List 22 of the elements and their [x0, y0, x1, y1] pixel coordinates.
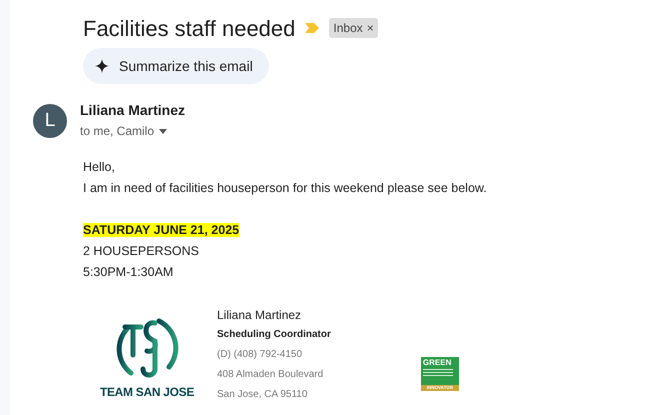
- sparkle-icon: [95, 59, 109, 73]
- recipients-toggle[interactable]: to me, Camilo: [80, 121, 168, 141]
- detail-text: 5:30PM-1:30AM: [83, 265, 174, 279]
- label-chip[interactable]: Inbox ×: [329, 18, 378, 38]
- sender-name: Liliana Martinez: [80, 101, 186, 119]
- importance-marker-icon[interactable]: [305, 23, 320, 33]
- email-subject: Facilities staff needed: [83, 14, 296, 42]
- body-text: I am in need of facilities houseperson for this weekend please see below.: [83, 180, 488, 197]
- signature-line: San Jose, CA 95110: [217, 388, 308, 402]
- signature-line: (D) (408) 792-4150: [217, 348, 304, 362]
- detail-text: 2 HOUSEPERSONS: [83, 244, 200, 258]
- summarize-button[interactable]: Summarize this email: [83, 48, 269, 84]
- caret-icon: [159, 128, 168, 134]
- detail-text: SATURDAY JUNE 21, 2025: [83, 223, 240, 237]
- badge-text: GREEN: [422, 358, 452, 367]
- signature-title: Scheduling Coordinator: [217, 328, 331, 342]
- logo-text: TEAM SAN JOSE: [100, 384, 194, 401]
- signature-name: Liliana Martinez: [217, 307, 302, 324]
- signature-line: 408 Almaden Boulevard: [217, 368, 324, 382]
- greeting-text: Hello,: [83, 159, 116, 176]
- sender-avatar: L: [33, 104, 67, 138]
- remove-label-button[interactable]: ×: [366, 19, 374, 37]
